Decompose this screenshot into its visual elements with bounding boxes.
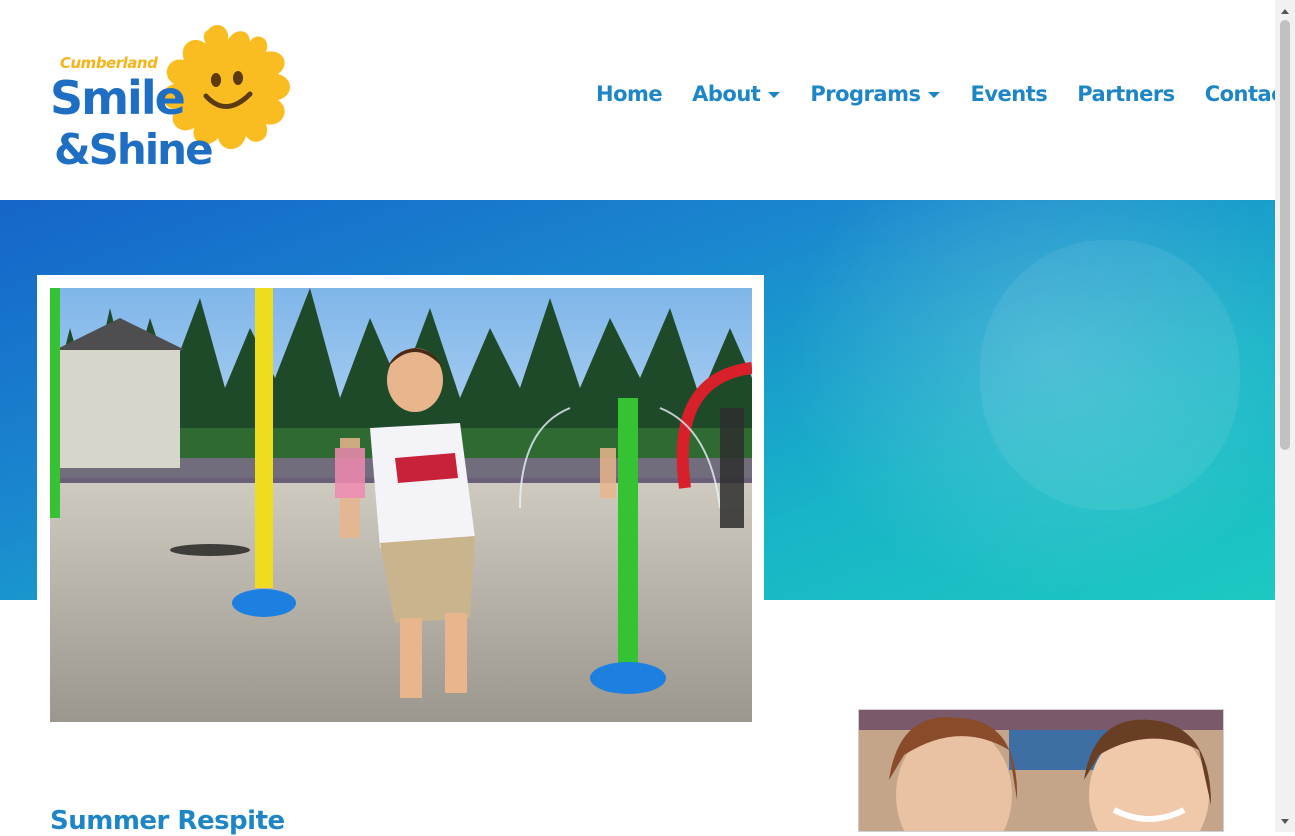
logo-text-smile: Smile bbox=[50, 71, 186, 125]
scrollbar-thumb[interactable] bbox=[1280, 20, 1290, 450]
arrow-up-icon bbox=[1281, 8, 1289, 14]
nav-programs[interactable]: Programs bbox=[810, 82, 941, 106]
nav-about-label: About bbox=[692, 82, 761, 106]
scroll-up-button[interactable] bbox=[1275, 2, 1295, 20]
nav-about[interactable]: About bbox=[692, 82, 781, 106]
nav-partners-label: Partners bbox=[1077, 82, 1175, 106]
hero-child-silhouette bbox=[980, 240, 1240, 510]
arrow-down-icon bbox=[1281, 818, 1289, 824]
volunteers-illustration bbox=[859, 710, 1223, 831]
site-logo[interactable]: Cumberland Smile &Shine bbox=[50, 22, 295, 178]
nav-events-label: Events bbox=[970, 82, 1048, 106]
nav-programs-label: Programs bbox=[810, 82, 921, 106]
volunteers-photo bbox=[858, 709, 1224, 832]
nav-events[interactable]: Events bbox=[970, 82, 1047, 106]
logo-text-cumberland: Cumberland bbox=[60, 54, 158, 72]
main-navigation: Home About Programs Events Partners Cont… bbox=[596, 82, 1293, 106]
splash-pad-illustration bbox=[50, 288, 752, 722]
scroll-down-button[interactable] bbox=[1275, 812, 1295, 830]
nav-home-label: Home bbox=[596, 82, 663, 106]
site-header: Cumberland Smile &Shine Home About Progr… bbox=[0, 0, 1293, 200]
caret-down-icon bbox=[928, 92, 941, 98]
splash-pad-photo bbox=[50, 288, 752, 722]
caret-down-icon bbox=[768, 92, 781, 98]
nav-home[interactable]: Home bbox=[596, 82, 663, 106]
logo-text-shine: &Shine bbox=[54, 125, 214, 174]
nav-partners[interactable]: Partners bbox=[1077, 82, 1175, 106]
vertical-scrollbar[interactable] bbox=[1275, 0, 1295, 832]
